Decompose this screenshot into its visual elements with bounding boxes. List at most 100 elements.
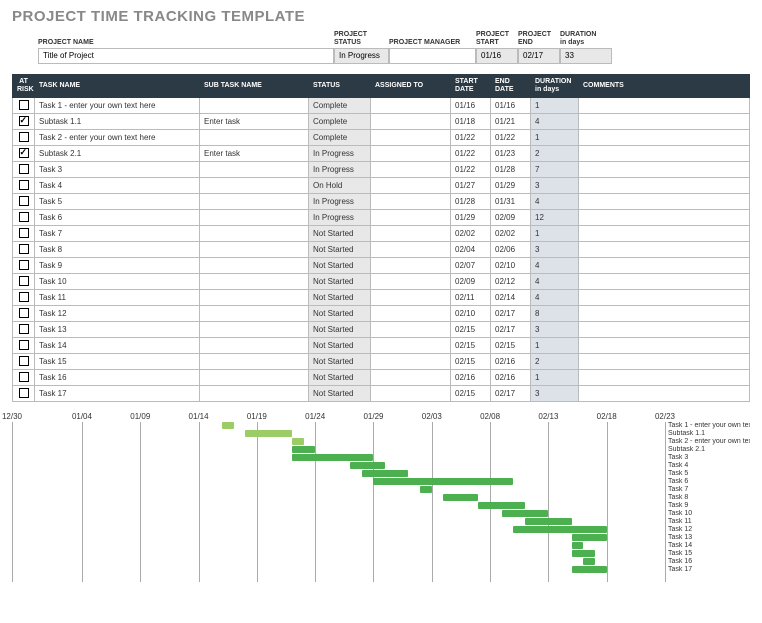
checkbox-icon[interactable] bbox=[19, 228, 29, 238]
at-risk-cell[interactable] bbox=[13, 193, 35, 209]
subtask-cell[interactable] bbox=[200, 305, 309, 321]
at-risk-cell[interactable] bbox=[13, 241, 35, 257]
start-cell[interactable]: 01/18 bbox=[451, 113, 491, 129]
start-cell[interactable]: 02/09 bbox=[451, 273, 491, 289]
assigned-cell[interactable] bbox=[371, 305, 451, 321]
at-risk-cell[interactable] bbox=[13, 225, 35, 241]
start-cell[interactable]: 01/22 bbox=[451, 161, 491, 177]
subtask-cell[interactable] bbox=[200, 129, 309, 145]
checkbox-icon[interactable] bbox=[19, 180, 29, 190]
assigned-cell[interactable] bbox=[371, 337, 451, 353]
task-name-cell[interactable]: Task 4 bbox=[35, 177, 200, 193]
status-cell[interactable]: In Progress bbox=[309, 161, 371, 177]
end-cell[interactable]: 01/31 bbox=[491, 193, 531, 209]
comments-cell[interactable] bbox=[579, 273, 750, 289]
checkbox-icon[interactable] bbox=[19, 356, 29, 366]
comments-cell[interactable] bbox=[579, 209, 750, 225]
at-risk-cell[interactable] bbox=[13, 353, 35, 369]
at-risk-cell[interactable] bbox=[13, 305, 35, 321]
task-name-cell[interactable]: Subtask 2.1 bbox=[35, 145, 200, 161]
subtask-cell[interactable] bbox=[200, 385, 309, 401]
end-cell[interactable]: 02/17 bbox=[491, 385, 531, 401]
assigned-cell[interactable] bbox=[371, 177, 451, 193]
at-risk-cell[interactable] bbox=[13, 177, 35, 193]
assigned-cell[interactable] bbox=[371, 241, 451, 257]
end-cell[interactable]: 01/28 bbox=[491, 161, 531, 177]
at-risk-cell[interactable] bbox=[13, 161, 35, 177]
assigned-cell[interactable] bbox=[371, 129, 451, 145]
comments-cell[interactable] bbox=[579, 353, 750, 369]
task-name-cell[interactable]: Task 13 bbox=[35, 321, 200, 337]
checkbox-icon[interactable] bbox=[19, 132, 29, 142]
task-name-cell[interactable]: Task 6 bbox=[35, 209, 200, 225]
comments-cell[interactable] bbox=[579, 385, 750, 401]
checkbox-icon[interactable] bbox=[19, 276, 29, 286]
start-cell[interactable]: 02/16 bbox=[451, 369, 491, 385]
status-cell[interactable]: Not Started bbox=[309, 321, 371, 337]
task-name-cell[interactable]: Task 16 bbox=[35, 369, 200, 385]
subtask-cell[interactable] bbox=[200, 241, 309, 257]
task-name-cell[interactable]: Task 8 bbox=[35, 241, 200, 257]
end-cell[interactable]: 01/21 bbox=[491, 113, 531, 129]
start-cell[interactable]: 01/29 bbox=[451, 209, 491, 225]
task-name-cell[interactable]: Task 9 bbox=[35, 257, 200, 273]
subtask-cell[interactable] bbox=[200, 321, 309, 337]
assigned-cell[interactable] bbox=[371, 289, 451, 305]
start-cell[interactable]: 02/07 bbox=[451, 257, 491, 273]
assigned-cell[interactable] bbox=[371, 385, 451, 401]
subtask-cell[interactable] bbox=[200, 177, 309, 193]
task-name-cell[interactable]: Task 12 bbox=[35, 305, 200, 321]
checkbox-icon[interactable] bbox=[19, 164, 29, 174]
subtask-cell[interactable] bbox=[200, 273, 309, 289]
status-cell[interactable]: Not Started bbox=[309, 353, 371, 369]
end-cell[interactable]: 02/09 bbox=[491, 209, 531, 225]
end-cell[interactable]: 02/16 bbox=[491, 353, 531, 369]
comments-cell[interactable] bbox=[579, 145, 750, 161]
subtask-cell[interactable]: Enter task bbox=[200, 113, 309, 129]
subtask-cell[interactable] bbox=[200, 193, 309, 209]
meta-value-status[interactable]: In Progress bbox=[334, 48, 389, 64]
end-cell[interactable]: 02/12 bbox=[491, 273, 531, 289]
checkbox-icon[interactable] bbox=[19, 372, 29, 382]
assigned-cell[interactable] bbox=[371, 209, 451, 225]
at-risk-cell[interactable] bbox=[13, 369, 35, 385]
at-risk-cell[interactable] bbox=[13, 321, 35, 337]
at-risk-cell[interactable] bbox=[13, 337, 35, 353]
at-risk-cell[interactable] bbox=[13, 273, 35, 289]
assigned-cell[interactable] bbox=[371, 353, 451, 369]
assigned-cell[interactable] bbox=[371, 369, 451, 385]
task-name-cell[interactable]: Task 1 - enter your own text here bbox=[35, 97, 200, 113]
at-risk-cell[interactable] bbox=[13, 257, 35, 273]
meta-value-manager[interactable] bbox=[389, 48, 476, 64]
assigned-cell[interactable] bbox=[371, 161, 451, 177]
assigned-cell[interactable] bbox=[371, 113, 451, 129]
subtask-cell[interactable] bbox=[200, 353, 309, 369]
subtask-cell[interactable] bbox=[200, 209, 309, 225]
assigned-cell[interactable] bbox=[371, 193, 451, 209]
comments-cell[interactable] bbox=[579, 257, 750, 273]
start-cell[interactable]: 02/15 bbox=[451, 321, 491, 337]
status-cell[interactable]: Not Started bbox=[309, 337, 371, 353]
status-cell[interactable]: Complete bbox=[309, 97, 371, 113]
subtask-cell[interactable] bbox=[200, 337, 309, 353]
start-cell[interactable]: 02/15 bbox=[451, 385, 491, 401]
comments-cell[interactable] bbox=[579, 113, 750, 129]
end-cell[interactable]: 02/02 bbox=[491, 225, 531, 241]
start-cell[interactable]: 02/15 bbox=[451, 337, 491, 353]
status-cell[interactable]: In Progress bbox=[309, 145, 371, 161]
task-name-cell[interactable]: Task 7 bbox=[35, 225, 200, 241]
task-name-cell[interactable]: Task 15 bbox=[35, 353, 200, 369]
at-risk-cell[interactable] bbox=[13, 209, 35, 225]
assigned-cell[interactable] bbox=[371, 145, 451, 161]
meta-value-name[interactable]: Title of Project bbox=[38, 48, 334, 64]
at-risk-cell[interactable] bbox=[13, 385, 35, 401]
end-cell[interactable]: 02/14 bbox=[491, 289, 531, 305]
assigned-cell[interactable] bbox=[371, 257, 451, 273]
status-cell[interactable]: Complete bbox=[309, 113, 371, 129]
comments-cell[interactable] bbox=[579, 369, 750, 385]
assigned-cell[interactable] bbox=[371, 273, 451, 289]
end-cell[interactable]: 02/17 bbox=[491, 321, 531, 337]
checkbox-icon[interactable] bbox=[19, 308, 29, 318]
status-cell[interactable]: Not Started bbox=[309, 225, 371, 241]
start-cell[interactable]: 01/16 bbox=[451, 97, 491, 113]
